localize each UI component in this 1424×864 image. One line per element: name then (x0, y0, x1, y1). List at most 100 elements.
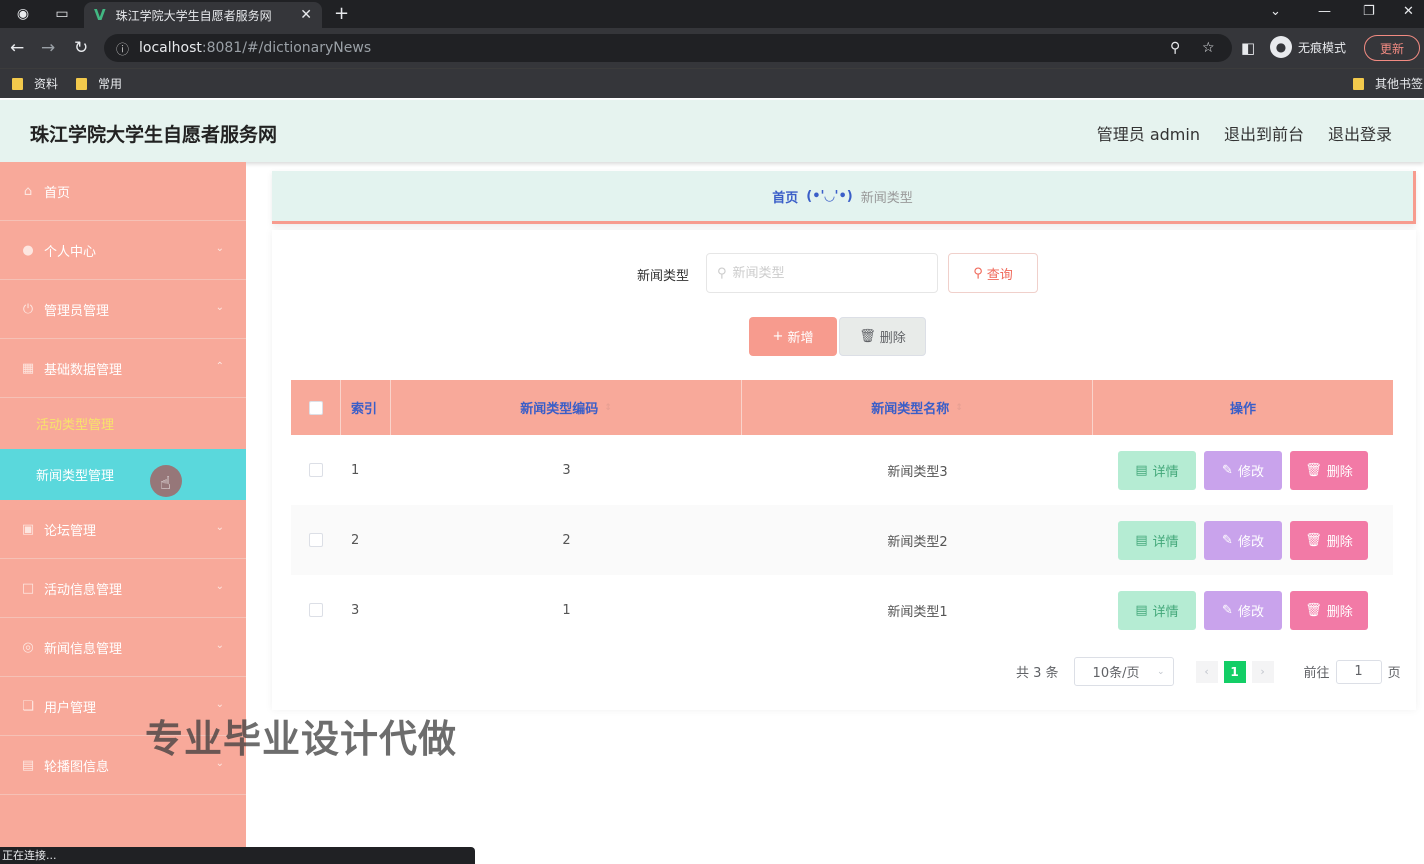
sidebar-item-admin-manage[interactable]: ⏻ 管理员管理 ⌄ (0, 280, 246, 339)
delete-button[interactable]: 🗑 删除 (1290, 520, 1368, 560)
pencil-icon: ✎ (1222, 462, 1233, 478)
header-code[interactable]: 新闻类型编码 ↕ (391, 380, 742, 435)
minimize-icon[interactable]: — (1318, 4, 1331, 19)
sidebar-subitem-news-type[interactable]: 新闻类型管理 (0, 449, 246, 500)
page-number[interactable]: 1 (1223, 660, 1246, 683)
url-path: :8081/#/dictionaryNews (201, 40, 372, 56)
update-button[interactable]: 更新 (1364, 35, 1420, 61)
close-tab-icon[interactable]: ✕ (300, 7, 312, 23)
breadcrumb-current: 新闻类型 (860, 190, 913, 206)
document-icon: ▤ (1135, 602, 1148, 618)
sort-icon[interactable]: ↕ (604, 403, 612, 413)
edit-button[interactable]: ✎ 修改 (1204, 520, 1282, 560)
trash-icon: 🗑 (1305, 462, 1322, 478)
watermark-overlay: 专业毕业设计代做 (145, 717, 458, 761)
cell-name: 新闻类型1 (887, 604, 948, 620)
sidebar-item-forum[interactable]: ▣ 论坛管理 ⌄ (0, 500, 246, 559)
delete-button[interactable]: 🗑 删除 (1290, 450, 1368, 490)
bookmark-folder[interactable]: 资料 (12, 75, 58, 92)
sidebar-item-home[interactable]: ⌂ 首页 (0, 162, 246, 221)
sidebar-subitem-activity-type[interactable]: 活动类型管理 (0, 398, 246, 449)
sidebar-item-activity-info[interactable]: □ 活动信息管理 ⌄ (0, 559, 246, 618)
delete-button[interactable]: 🗑 删除 (1290, 590, 1368, 630)
chevron-down-icon: ⌄ (215, 522, 224, 533)
detail-button[interactable]: ▤ 详情 (1118, 450, 1196, 490)
globe-icon[interactable]: ◉ (14, 5, 32, 23)
tab-title: 珠江学院大学生自愿者服务网 (115, 8, 272, 23)
vue-logo-icon: V (94, 6, 106, 24)
breadcrumb-home[interactable]: 首页 (772, 187, 798, 206)
sidebar-item-personal-center[interactable]: ● 个人中心 ⌄ (0, 221, 246, 280)
header-actions: 操作 (1229, 402, 1256, 417)
reload-icon[interactable]: ↻ (74, 38, 88, 58)
close-window-icon[interactable]: ✕ (1403, 4, 1414, 19)
plus-icon: + (772, 329, 784, 344)
home-icon: ⌂ (23, 183, 33, 199)
sidebar-toggle-icon[interactable]: ◧ (1241, 39, 1255, 57)
browser-tab[interactable]: V 珠江学院大学生自愿者服务网 ✕ (84, 2, 322, 28)
back-icon[interactable]: ← (10, 38, 24, 58)
maximize-icon[interactable]: ❐ (1363, 4, 1375, 19)
chevron-down-icon[interactable]: ⌄ (1270, 4, 1281, 19)
search-icon: ⚲ (973, 265, 983, 281)
other-bookmarks[interactable]: 其他书签 (1353, 75, 1423, 92)
trash-icon: 🗑 (1305, 602, 1322, 618)
select-all-cell (291, 380, 341, 435)
news-type-table: 索引 新闻类型编码 ↕ 新闻类型名称 ↕ 操作 1 3 新闻类型3 ▤ 详情 ✎ 修改 … (291, 380, 1393, 645)
chevron-up-icon: ⌃ (215, 361, 224, 372)
row-checkbox[interactable] (309, 603, 323, 617)
table-header: 索引 新闻类型编码 ↕ 新闻类型名称 ↕ 操作 (291, 380, 1393, 435)
page-size-select[interactable]: 10条/页 ⌄ (1073, 657, 1174, 686)
cell-index: 1 (351, 462, 360, 478)
trash-icon: 🗑 (859, 329, 876, 344)
detail-button[interactable]: ▤ 详情 (1118, 590, 1196, 630)
next-page-icon[interactable]: › (1251, 660, 1274, 683)
key-icon[interactable]: ⚲ (1170, 40, 1180, 56)
cell-actions: ▤ 详情 ✎ 修改 🗑 删除 (1093, 505, 1393, 575)
incognito-indicator[interactable]: ● 无痕模式 (1270, 36, 1346, 58)
edit-button[interactable]: ✎ 修改 (1204, 450, 1282, 490)
to-front-link[interactable]: 退出到前台 (1224, 121, 1304, 145)
bookmarks-bar: 资料 常用 其他书签 (0, 68, 1424, 98)
forward-icon[interactable]: → (41, 38, 55, 58)
detail-button[interactable]: ▤ 详情 (1118, 520, 1196, 560)
logout-link[interactable]: 退出登录 (1328, 121, 1392, 145)
search-icon: ⚲ (717, 265, 727, 281)
browser-tab-strip: ◉ ▭ V 珠江学院大学生自愿者服务网 ✕ + ⌄ — ❐ ✕ (0, 0, 1424, 28)
prev-page-icon[interactable]: ‹ (1195, 660, 1218, 683)
user-icon: ● (22, 242, 34, 258)
url-bar[interactable]: ⓘ localhost:8081/#/dictionaryNews ⚲ ☆ (104, 34, 1232, 62)
select-all-checkbox[interactable] (308, 400, 323, 415)
bookmark-folder[interactable]: 常用 (76, 75, 122, 92)
window-icon[interactable]: ▭ (53, 5, 71, 23)
trash-icon: 🗑 (1305, 532, 1322, 548)
folder-icon (12, 77, 23, 90)
edit-button[interactable]: ✎ 修改 (1204, 590, 1282, 630)
search-input[interactable] (732, 265, 913, 281)
batch-delete-button[interactable]: 🗑 删除 (839, 317, 926, 356)
cell-name: 新闻类型3 (887, 464, 948, 480)
cell-index: 2 (351, 532, 360, 548)
globe-icon: ◎ (22, 639, 34, 655)
sort-icon[interactable]: ↕ (955, 403, 963, 413)
message-icon: □ (21, 580, 35, 596)
chat-icon: ▣ (21, 521, 35, 537)
cell-index: 3 (351, 602, 360, 618)
row-checkbox[interactable] (309, 533, 323, 547)
sidebar-item-basic-data[interactable]: ▦ 基础数据管理 ⌃ (0, 339, 246, 398)
pencil-icon: ✎ (1222, 532, 1233, 548)
info-icon[interactable]: ⓘ (116, 39, 129, 58)
star-icon[interactable]: ☆ (1202, 40, 1215, 56)
row-checkbox[interactable] (309, 463, 323, 477)
document-icon: ▤ (1135, 462, 1148, 478)
header-name[interactable]: 新闻类型名称 ↕ (742, 380, 1093, 435)
goto-page-input[interactable]: 1 (1335, 659, 1382, 684)
sidebar-item-news-info[interactable]: ◎ 新闻信息管理 ⌄ (0, 618, 246, 677)
query-button[interactable]: ⚲ 查询 (948, 253, 1038, 293)
pencil-icon: ✎ (1222, 602, 1233, 618)
new-tab-icon[interactable]: + (334, 3, 349, 24)
grid-icon: ▦ (21, 360, 35, 376)
add-button[interactable]: + 新增 (749, 317, 837, 356)
chevron-down-icon: ⌄ (215, 243, 224, 254)
search-input-wrapper[interactable]: ⚲ (706, 253, 938, 293)
